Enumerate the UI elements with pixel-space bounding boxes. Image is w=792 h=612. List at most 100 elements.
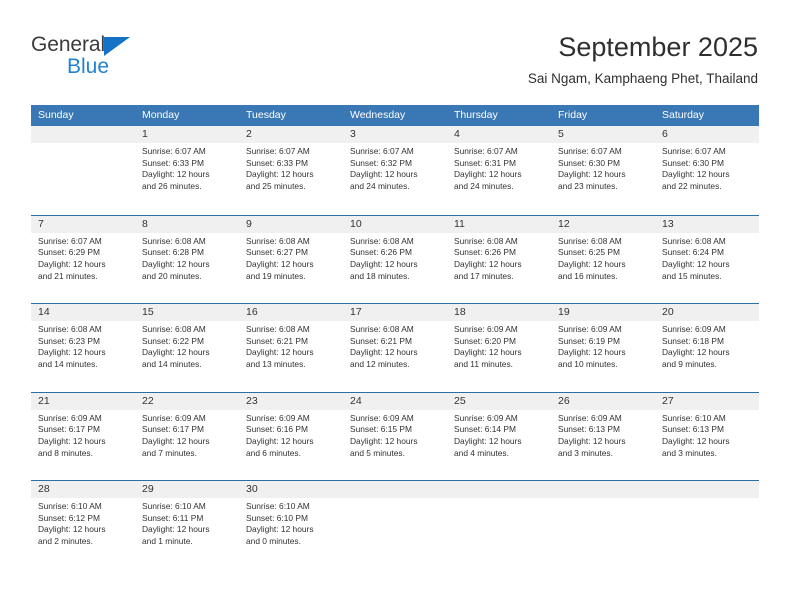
day-detail-line: Sunset: 6:30 PM: [558, 157, 620, 168]
day-detail-line: Daylight: 12 hours: [350, 169, 418, 180]
day-details: Sunrise: 6:10 AM Sunset: 6:11 PM Daylight:…: [135, 498, 239, 548]
day-cell-15[interactable]: 15 Sunrise: 6:08 AM Sunset: 6:22 PM Dayligh…: [135, 304, 239, 392]
weekday-header-friday: Friday: [558, 109, 588, 121]
day-cell-23[interactable]: 23 Sunrise: 6:09 AM Sunset: 6:16 PM Dayligh…: [239, 392, 343, 480]
day-detail-line: Sunset: 6:28 PM: [142, 247, 204, 258]
day-detail-line: Sunset: 6:27 PM: [246, 247, 308, 258]
day-detail-line: Daylight: 12 hours: [38, 347, 106, 358]
day-cell-9[interactable]: 9 Sunrise: 6:08 AM Sunset: 6:27 PM Daylight…: [239, 215, 343, 303]
day-cell-1[interactable]: 1 Sunrise: 6:07 AM Sunset: 6:33 PM Daylight…: [135, 126, 239, 215]
day-cell-26[interactable]: 26 Sunrise: 6:09 AM Sunset: 6:13 PM Dayligh…: [551, 392, 655, 480]
day-detail-line: Sunset: 6:17 PM: [142, 424, 204, 435]
day-cell-25[interactable]: 25 Sunrise: 6:09 AM Sunset: 6:14 PM Dayligh…: [447, 392, 551, 480]
day-cell-5[interactable]: 5 Sunrise: 6:07 AM Sunset: 6:30 PM Daylight…: [551, 126, 655, 215]
day-detail-line: Daylight: 12 hours: [662, 169, 730, 180]
day-number: 15: [135, 304, 239, 321]
day-detail-line: Sunrise: 6:08 AM: [350, 324, 414, 334]
brand-logo[interactable]: General Blue: [31, 33, 191, 85]
day-number: [447, 481, 551, 498]
day-cell-14[interactable]: 14 Sunrise: 6:08 AM Sunset: 6:23 PM Dayligh…: [31, 304, 135, 392]
day-cell-28[interactable]: 28 Sunrise: 6:10 AM Sunset: 6:12 PM Dayligh…: [31, 481, 135, 569]
day-detail-line: Sunrise: 6:07 AM: [454, 146, 518, 156]
day-cell-empty: [447, 481, 551, 569]
day-detail-line: Sunset: 6:14 PM: [454, 424, 516, 435]
weekday-header-thursday: Thursday: [454, 109, 498, 121]
day-details: Sunrise: 6:09 AM Sunset: 6:20 PM Daylight:…: [447, 321, 551, 371]
day-details: Sunrise: 6:08 AM Sunset: 6:21 PM Daylight:…: [239, 321, 343, 371]
day-number: 5: [551, 126, 655, 143]
day-number: [551, 481, 655, 498]
day-detail-line: Daylight: 12 hours: [38, 435, 106, 446]
day-cell-16[interactable]: 16 Sunrise: 6:08 AM Sunset: 6:21 PM Dayligh…: [239, 304, 343, 392]
day-detail-line: Sunrise: 6:08 AM: [38, 324, 102, 334]
day-detail-line: and 20 minutes.: [142, 270, 202, 281]
day-detail-line: and 1 minute.: [142, 536, 193, 547]
day-cell-19[interactable]: 19 Sunrise: 6:09 AM Sunset: 6:19 PM Dayligh…: [551, 304, 655, 392]
day-detail-line: Sunrise: 6:08 AM: [350, 235, 414, 246]
day-detail-line: Sunset: 6:12 PM: [38, 512, 100, 523]
day-cell-8[interactable]: 8 Sunrise: 6:08 AM Sunset: 6:28 PM Daylight…: [135, 215, 239, 303]
day-details: Sunrise: 6:09 AM Sunset: 6:15 PM Daylight:…: [343, 410, 447, 460]
day-detail-line: and 4 minutes.: [454, 447, 509, 458]
day-detail-line: and 2 minutes.: [38, 536, 93, 547]
day-cell-2[interactable]: 2 Sunrise: 6:07 AM Sunset: 6:33 PM Daylight…: [239, 126, 343, 215]
day-number: 7: [31, 215, 135, 233]
day-number: 29: [135, 481, 239, 498]
day-cell-4[interactable]: 4 Sunrise: 6:07 AM Sunset: 6:31 PM Daylight…: [447, 126, 551, 215]
day-details: Sunrise: 6:08 AM Sunset: 6:26 PM Daylight:…: [447, 233, 551, 283]
day-detail-line: Sunset: 6:32 PM: [350, 157, 412, 168]
day-detail-line: Daylight: 12 hours: [38, 258, 106, 269]
day-detail-line: and 26 minutes.: [142, 181, 202, 192]
day-detail-line: Sunrise: 6:09 AM: [246, 412, 310, 423]
day-cell-27[interactable]: 27 Sunrise: 6:10 AM Sunset: 6:13 PM Dayligh…: [655, 392, 759, 480]
day-cell-10[interactable]: 10 Sunrise: 6:08 AM Sunset: 6:26 PM Dayligh…: [343, 215, 447, 303]
weekday-header-tuesday: Tuesday: [246, 109, 286, 121]
day-details: Sunrise: 6:08 AM Sunset: 6:21 PM Daylight:…: [343, 321, 447, 371]
day-detail-line: Sunrise: 6:10 AM: [38, 501, 102, 511]
day-detail-line: and 17 minutes.: [454, 270, 514, 281]
weekday-header-monday: Monday: [142, 109, 180, 121]
logo-top-row: General: [31, 33, 191, 57]
day-cell-12[interactable]: 12 Sunrise: 6:08 AM Sunset: 6:25 PM Dayligh…: [551, 215, 655, 303]
day-cell-24[interactable]: 24 Sunrise: 6:09 AM Sunset: 6:15 PM Dayligh…: [343, 392, 447, 480]
day-detail-line: Sunset: 6:19 PM: [558, 335, 620, 346]
day-cell-3[interactable]: 3 Sunrise: 6:07 AM Sunset: 6:32 PM Daylight…: [343, 126, 447, 215]
day-detail-line: and 10 minutes.: [558, 359, 618, 370]
day-detail-line: Sunrise: 6:07 AM: [558, 146, 622, 156]
day-details: Sunrise: 6:07 AM Sunset: 6:29 PM Daylight:…: [31, 233, 135, 283]
day-cell-6[interactable]: 6 Sunrise: 6:07 AM Sunset: 6:30 PM Daylight…: [655, 126, 759, 215]
day-detail-line: Daylight: 12 hours: [38, 524, 106, 535]
day-cell-21[interactable]: 21 Sunrise: 6:09 AM Sunset: 6:17 PM Dayligh…: [31, 392, 135, 480]
day-cell-29[interactable]: 29 Sunrise: 6:10 AM Sunset: 6:11 PM Dayligh…: [135, 481, 239, 569]
day-cell-13[interactable]: 13 Sunrise: 6:08 AM Sunset: 6:24 PM Dayligh…: [655, 215, 759, 303]
day-details: Sunrise: 6:07 AM Sunset: 6:33 PM Daylight:…: [239, 143, 343, 193]
logo-text-blue: Blue: [67, 55, 110, 78]
day-details: Sunrise: 6:10 AM Sunset: 6:13 PM Daylight:…: [655, 410, 759, 460]
day-detail-line: Sunset: 6:29 PM: [38, 247, 100, 258]
day-detail-line: Sunset: 6:15 PM: [350, 424, 412, 435]
day-details: Sunrise: 6:09 AM Sunset: 6:18 PM Daylight:…: [655, 321, 759, 371]
day-detail-line: Sunrise: 6:09 AM: [142, 412, 206, 423]
day-detail-line: Sunrise: 6:07 AM: [350, 146, 414, 156]
day-number: 21: [31, 392, 135, 410]
day-number: 13: [655, 215, 759, 233]
day-detail-line: Sunset: 6:30 PM: [662, 157, 724, 168]
day-detail-line: and 12 minutes.: [350, 359, 410, 370]
day-details: Sunrise: 6:07 AM Sunset: 6:31 PM Daylight:…: [447, 143, 551, 193]
day-detail-line: Daylight: 12 hours: [142, 169, 210, 180]
day-details: Sunrise: 6:07 AM Sunset: 6:32 PM Daylight:…: [343, 143, 447, 193]
day-details: Sunrise: 6:08 AM Sunset: 6:26 PM Daylight:…: [343, 233, 447, 283]
day-cell-17[interactable]: 17 Sunrise: 6:08 AM Sunset: 6:21 PM Dayligh…: [343, 304, 447, 392]
day-details: Sunrise: 6:07 AM Sunset: 6:30 PM Daylight:…: [551, 143, 655, 193]
day-number: 23: [239, 392, 343, 410]
day-cell-22[interactable]: 22 Sunrise: 6:09 AM Sunset: 6:17 PM Dayligh…: [135, 392, 239, 480]
day-cell-30[interactable]: 30 Sunrise: 6:10 AM Sunset: 6:10 PM Dayligh…: [239, 481, 343, 569]
day-cell-18[interactable]: 18 Sunrise: 6:09 AM Sunset: 6:20 PM Dayligh…: [447, 304, 551, 392]
day-detail-line: Sunrise: 6:09 AM: [454, 412, 518, 423]
day-cell-20[interactable]: 20 Sunrise: 6:09 AM Sunset: 6:18 PM Dayligh…: [655, 304, 759, 392]
day-cell-7[interactable]: 7 Sunrise: 6:07 AM Sunset: 6:29 PM Daylight…: [31, 215, 135, 303]
day-cell-11[interactable]: 11 Sunrise: 6:08 AM Sunset: 6:26 PM Dayligh…: [447, 215, 551, 303]
day-detail-line: Sunset: 6:17 PM: [38, 424, 100, 435]
day-detail-line: Daylight: 12 hours: [142, 258, 210, 269]
day-number: 14: [31, 304, 135, 321]
